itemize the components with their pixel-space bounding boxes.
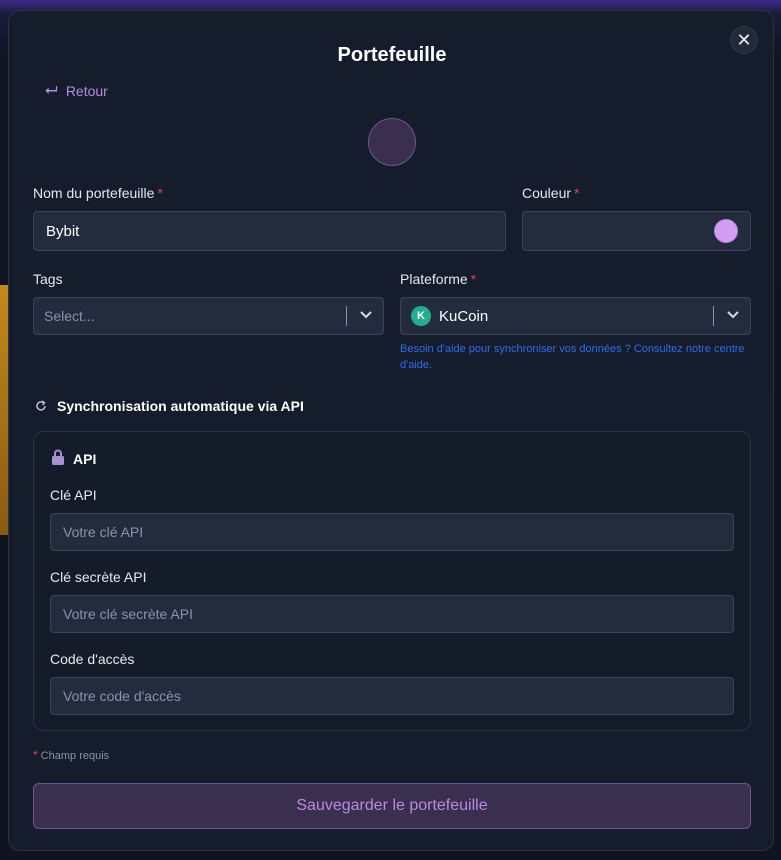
platform-help-link[interactable]: Besoin d'aide pour synchroniser vos donn… [400,341,750,373]
color-label: Couleur * [522,185,580,201]
refresh-icon [35,400,47,412]
back-label: Retour [65,83,108,99]
passcode-label: Code d'accès [50,651,135,667]
select-separator [713,306,714,326]
modal-title: Portefeuille [337,44,447,66]
api-secret-input[interactable]: Votre clé secrète API [50,595,734,633]
api-sync-title: Synchronisation automatique via API [57,398,304,414]
color-picker[interactable] [522,211,751,251]
platform-select[interactable]: K KuCoin [400,297,751,335]
select-separator [346,306,347,326]
back-link[interactable]: ⮠ Retour [45,82,108,100]
api-sync-header: Synchronisation automatique via API [35,398,304,414]
chevron-down-icon[interactable] [723,305,743,325]
back-arrow-icon: ⮠ [45,82,58,99]
api-section-title: API [73,450,97,467]
wallet-name-value: Bybit [46,222,80,240]
background-strip [0,285,8,535]
passcode-input[interactable]: Votre code d'accès [50,677,734,715]
platform-label: Plateforme * [400,271,477,287]
lock-icon [51,449,65,468]
api-secret-label: Clé secrète API [50,569,147,585]
kucoin-logo-icon: K [411,306,431,326]
wallet-name-label: Nom du portefeuille * [33,185,163,201]
tags-select[interactable]: Select... [33,297,384,335]
save-wallet-button[interactable]: Sauvegarder le portefeuille [33,783,751,829]
passcode-placeholder: Votre code d'accès [63,688,181,704]
wallet-modal: ✕ Portefeuille ⮠ Retour Nom du portefeui… [8,10,774,851]
tags-label: Tags [33,271,63,287]
api-key-placeholder: Votre clé API [63,524,144,540]
api-section: API Clé API Votre clé API Clé secrète AP… [33,431,751,731]
api-secret-placeholder: Votre clé secrète API [63,606,193,622]
platform-value: KuCoin [439,307,489,325]
color-swatch[interactable] [714,219,738,243]
api-key-input[interactable]: Votre clé API [50,513,734,551]
chevron-down-icon[interactable] [356,305,376,325]
tags-placeholder: Select... [44,308,95,324]
api-key-label: Clé API [50,487,97,503]
required-note: * Champ requis [33,748,110,762]
api-section-header: API [51,449,96,468]
wallet-name-input[interactable]: Bybit [33,211,506,251]
wallet-avatar[interactable] [368,118,416,166]
